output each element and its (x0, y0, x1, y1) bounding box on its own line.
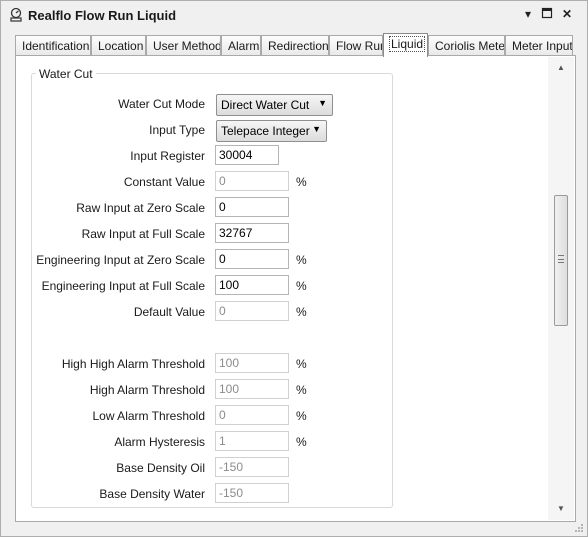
tab-panel-liquid: Water Cut Water Cut Mode Direct Water Cu… (15, 55, 576, 522)
input-register-field[interactable]: 30004 (215, 145, 279, 165)
tab-label: Flow Run (336, 39, 383, 53)
default-value-label: Default Value (133, 305, 205, 319)
chevron-down-icon: ▼ (318, 98, 327, 108)
tab-user-methods[interactable]: User Methods (146, 35, 221, 56)
constant-value-unit: % (296, 175, 307, 189)
default-value-field[interactable]: 0 (215, 301, 289, 321)
alarm-hysteresis-field[interactable]: 1 (215, 431, 289, 451)
tab-label: Coriolis Meter (435, 39, 505, 53)
tab-alarm[interactable]: Alarm (221, 35, 261, 56)
eng-full-field[interactable]: 100 (215, 275, 289, 295)
pin-dropdown-button[interactable]: ▾ (521, 7, 535, 21)
maximize-button[interactable] (540, 7, 554, 21)
raw-zero-label: Raw Input at Zero Scale (76, 201, 205, 215)
tab-label: Meter Input (512, 39, 573, 53)
resize-grip-icon[interactable] (574, 523, 584, 533)
high-alarm-unit: % (296, 383, 307, 397)
high-alarm-label: High Alarm Threshold (89, 383, 205, 397)
scrollbar-thumb[interactable] (554, 195, 568, 326)
chevron-down-icon: ▼ (312, 124, 321, 134)
tab-label: Location (98, 39, 144, 53)
input-register-label: Input Register (130, 149, 205, 163)
water-cut-mode-value: Direct Water Cut (221, 98, 310, 112)
alarm-hysteresis-unit: % (296, 435, 307, 449)
base-density-oil-label: Base Density Oil (116, 461, 205, 475)
input-type-select[interactable]: Telepace Integer ▼ (216, 120, 327, 142)
input-type-value: Telepace Integer (221, 124, 310, 138)
tab-label: Alarm (228, 39, 260, 53)
tab-liquid[interactable]: Liquid (383, 33, 428, 57)
app-window: Realflo Flow Run Liquid ▾ ✕ Identificati… (0, 0, 588, 537)
chevron-down-icon: ▾ (524, 7, 532, 21)
constant-value-label: Constant Value (123, 175, 205, 189)
tab-identification[interactable]: Identification (15, 35, 91, 56)
tab-strip: Identification Location User Methods Ala… (15, 33, 575, 57)
maximize-icon (541, 7, 553, 19)
scroll-content: Water Cut Water Cut Mode Direct Water Cu… (16, 56, 547, 521)
tab-meter-input[interactable]: Meter Input (505, 35, 573, 56)
constant-value-field[interactable]: 0 (215, 171, 289, 191)
high-high-alarm-unit: % (296, 357, 307, 371)
low-alarm-field[interactable]: 0 (215, 405, 289, 425)
scroll-down-icon[interactable]: ▼ (548, 500, 574, 518)
tab-label: User Methods (153, 39, 221, 53)
scroll-up-icon[interactable]: ▲ (548, 59, 574, 77)
base-density-oil-field[interactable]: -150 (215, 457, 289, 477)
tab-coriolis-meter[interactable]: Coriolis Meter (428, 35, 505, 56)
water-cut-mode-select[interactable]: Direct Water Cut ▼ (216, 94, 333, 116)
flow-meter-icon (10, 7, 22, 22)
raw-full-label: Raw Input at Full Scale (81, 227, 205, 241)
tab-flow-run[interactable]: Flow Run (329, 35, 383, 56)
window-title: Realflo Flow Run Liquid (28, 8, 177, 23)
tab-label: Liquid (388, 36, 426, 52)
eng-full-label: Engineering Input at Full Scale (41, 279, 205, 293)
close-button[interactable]: ✕ (560, 7, 574, 21)
high-high-alarm-label: High High Alarm Threshold (61, 357, 205, 371)
high-alarm-field[interactable]: 100 (215, 379, 289, 399)
alarm-hysteresis-label: Alarm Hysteresis (114, 435, 205, 449)
tab-redirection[interactable]: Redirection (261, 35, 329, 56)
close-icon: ✕ (561, 7, 573, 21)
eng-zero-label: Engineering Input at Zero Scale (36, 253, 205, 267)
default-value-unit: % (296, 305, 307, 319)
base-density-water-label: Base Density Water (99, 487, 205, 501)
low-alarm-label: Low Alarm Threshold (92, 409, 206, 423)
water-cut-mode-label: Water Cut Mode (118, 97, 205, 111)
input-type-label: Input Type (149, 123, 205, 137)
raw-zero-field[interactable]: 0 (215, 197, 289, 217)
eng-zero-field[interactable]: 0 (215, 249, 289, 269)
tab-label: Identification (22, 39, 90, 53)
base-density-water-field[interactable]: -150 (215, 483, 289, 503)
high-high-alarm-field[interactable]: 100 (215, 353, 289, 373)
raw-full-field[interactable]: 32767 (215, 223, 289, 243)
tab-label: Redirection (268, 39, 329, 53)
eng-full-unit: % (296, 279, 307, 293)
vertical-scrollbar[interactable]: ▲ ▼ (548, 57, 574, 520)
group-title: Water Cut (36, 67, 96, 81)
tab-location[interactable]: Location (91, 35, 146, 56)
eng-zero-unit: % (296, 253, 307, 267)
grip-icon (558, 255, 564, 263)
title-bar[interactable]: Realflo Flow Run Liquid ▾ ✕ (1, 1, 587, 31)
low-alarm-unit: % (296, 409, 307, 423)
